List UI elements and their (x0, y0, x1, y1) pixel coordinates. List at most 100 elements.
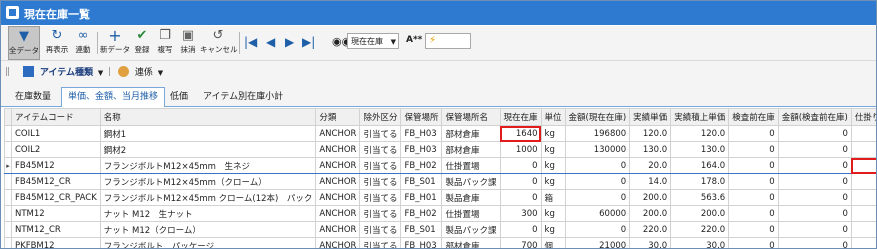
table-cell[interactable]: kg (540, 221, 566, 238)
table-cell[interactable]: 700 (499, 237, 542, 248)
table-cell[interactable]: 個 (540, 237, 566, 248)
table-cell[interactable]: ANCHOR (315, 237, 361, 248)
first-record-icon[interactable]: |◀ (244, 35, 257, 49)
table-cell[interactable]: 178.0 (670, 173, 730, 190)
table-cell[interactable]: FB45M12_CR_PACK (11, 189, 101, 206)
table-cell[interactable]: FB_H02 (400, 205, 443, 222)
all-data-button[interactable]: ▼ 全データ (8, 26, 40, 60)
column-header[interactable]: アイテムコード (11, 108, 101, 126)
table-cell[interactable]: 引当てる (359, 221, 402, 238)
table-cell[interactable]: フランジボルトM12×45mm 生ネジ (99, 157, 317, 174)
table-cell[interactable]: ANCHOR (315, 141, 361, 158)
table-cell[interactable]: FB_H01 (400, 189, 443, 206)
table-cell[interactable]: 引当てる (359, 205, 402, 222)
search-input[interactable]: ⚡ (425, 33, 471, 49)
table-cell[interactable]: 0 (777, 189, 852, 206)
table-cell[interactable]: フランジボルトM12×45mm クローム(12本) パック (99, 189, 317, 206)
table-cell[interactable]: ANCHOR (315, 221, 361, 238)
table-cell[interactable]: 1000 (499, 141, 542, 158)
table-cell[interactable]: NTM12 (11, 205, 101, 222)
table-cell[interactable]: 引当てる (359, 141, 402, 158)
table-cell[interactable]: 20.0 (629, 157, 672, 174)
font-size-icon[interactable]: A** (406, 35, 422, 45)
table-cell[interactable]: ANCHOR (315, 173, 361, 190)
table-cell[interactable]: フランジボルトM12×45mm（クローム） (99, 173, 317, 190)
table-cell[interactable]: 0 (728, 157, 779, 174)
table-cell[interactable]: 220.0 (629, 221, 672, 238)
table-cell[interactable]: 300 (850, 157, 876, 174)
column-header[interactable]: 名称 (99, 108, 317, 126)
table-cell[interactable]: 0 (850, 173, 876, 190)
table-cell[interactable]: ナット M12（クローム） (99, 221, 317, 238)
column-header[interactable]: 仕掛り在庫 (850, 108, 876, 126)
table-cell[interactable]: FB_H03 (400, 141, 443, 158)
table-cell[interactable]: 200.0 (670, 205, 730, 222)
table-cell[interactable]: 0 (499, 157, 542, 174)
column-header[interactable]: 除外区分 (359, 108, 402, 126)
table-cell[interactable]: 0 (564, 157, 631, 174)
table-cell[interactable]: 部材倉庫 (441, 125, 501, 142)
table-cell[interactable]: kg (540, 173, 566, 190)
table-cell[interactable]: 製品倉庫 (441, 189, 501, 206)
column-header[interactable]: 保管場所名 (441, 108, 501, 126)
tab-item-subtotal[interactable]: アイテム別在庫小計 (197, 88, 289, 106)
table-cell[interactable]: 0 (728, 173, 779, 190)
table-cell[interactable]: 引当てる (359, 237, 402, 248)
tab-stock-quantity[interactable]: 在庫数量 (9, 88, 57, 106)
table-cell[interactable]: 120.0 (629, 125, 672, 142)
table-cell[interactable]: 60000 (564, 205, 631, 222)
table-cell[interactable]: 引当てる (359, 173, 402, 190)
table-cell[interactable]: ナット M12 生ナット (99, 205, 317, 222)
row-indicator[interactable] (4, 221, 12, 238)
table-row[interactable]: COIL2 鋼材2 ANCHOR 引当てる FB_H03 部材倉庫 1000 kg 130000… (4, 141, 876, 158)
table-cell[interactable]: 0 (777, 221, 852, 238)
table-cell[interactable]: 0 (777, 125, 852, 142)
next-record-icon[interactable]: ▶ (285, 35, 294, 49)
table-cell[interactable]: 0 (499, 221, 542, 238)
table-cell[interactable]: 0 (777, 157, 852, 174)
table-cell[interactable]: 箱 (540, 189, 566, 206)
table-cell[interactable]: 30.0 (670, 237, 730, 248)
table-cell[interactable]: kg (540, 205, 566, 222)
table-cell[interactable]: 0 (850, 189, 876, 206)
column-header[interactable]: 分類 (315, 108, 361, 126)
item-type-dropdown[interactable]: アイテム種類 ▼ (23, 65, 103, 78)
table-cell[interactable]: 0 (728, 141, 779, 158)
table-cell[interactable]: FB45M12_CR (11, 173, 101, 190)
table-cell[interactable]: FB_H03 (400, 125, 443, 142)
table-cell[interactable]: 300 (499, 205, 542, 222)
row-indicator[interactable] (4, 125, 12, 142)
current-row-indicator-icon[interactable]: ▸ (4, 157, 12, 174)
table-row[interactable]: COIL1 鋼材1 ANCHOR 引当てる FB_H03 部材倉庫 1640 kg 196800… (4, 125, 876, 142)
table-cell[interactable]: 0 (850, 221, 876, 238)
table-cell[interactable]: FB45M12 (11, 157, 101, 174)
table-cell[interactable]: 引当てる (359, 189, 402, 206)
table-cell[interactable]: ANCHOR (315, 125, 361, 142)
table-cell[interactable]: FB_H03 (400, 237, 443, 248)
tab-low-price[interactable]: 低価 (164, 88, 194, 106)
column-header[interactable]: 保管場所 (400, 108, 443, 126)
row-indicator[interactable] (4, 205, 12, 222)
column-header[interactable]: 現在在庫 (499, 108, 542, 126)
column-header[interactable]: 金額(検査前在庫) (777, 108, 852, 126)
row-indicator[interactable] (4, 189, 12, 206)
table-row[interactable]: NTM12_CR ナット M12（クローム） ANCHOR 引当てる FB_S01 製品パ… (4, 221, 876, 238)
table-cell[interactable]: 0 (499, 189, 542, 206)
column-header[interactable]: 実績単価 (629, 108, 672, 126)
delete-button[interactable]: ▣ 抹消 (177, 26, 199, 60)
table-cell[interactable]: FB_H02 (400, 157, 443, 174)
table-cell[interactable]: 0 (728, 237, 779, 248)
column-header[interactable]: 単位 (540, 108, 566, 126)
table-cell[interactable]: 部材倉庫 (441, 141, 501, 158)
table-cell[interactable]: kg (540, 125, 566, 142)
table-cell[interactable]: 0 (564, 221, 631, 238)
table-cell[interactable]: 製品パック課 (441, 221, 501, 238)
copy-button[interactable]: ❐ 複写 (154, 26, 176, 60)
table-cell[interactable]: 130.0 (670, 141, 730, 158)
table-row[interactable]: FB45M12_CR フランジボルトM12×45mm（クローム） ANCHOR 引当て… (4, 173, 876, 190)
table-cell[interactable]: 200.0 (629, 205, 672, 222)
search-field-select[interactable]: 現在在庫 ▼ (347, 33, 399, 49)
table-cell[interactable]: 220.0 (670, 221, 730, 238)
table-cell[interactable]: kg (540, 141, 566, 158)
table-cell[interactable]: 30.0 (629, 237, 672, 248)
